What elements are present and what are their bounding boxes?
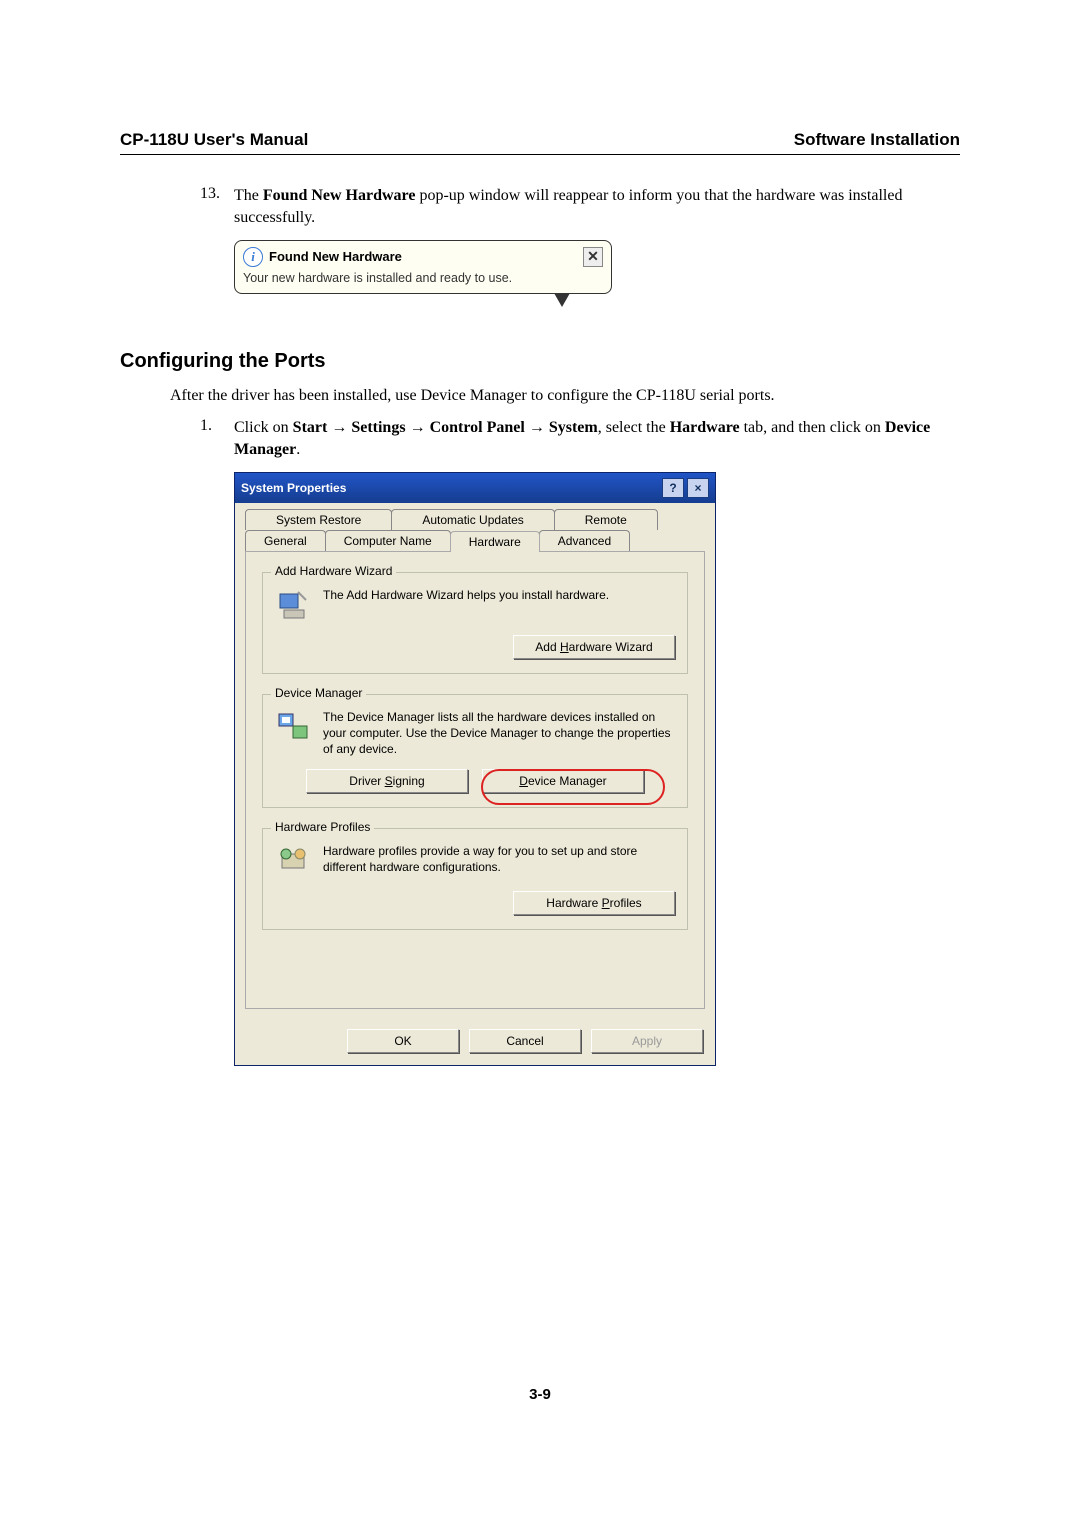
driver-signing-button[interactable]: Driver Signing xyxy=(306,769,468,793)
tab-advanced[interactable]: Advanced xyxy=(539,530,630,551)
device-manager-group: Device Manager The Device Manager lists … xyxy=(262,694,688,809)
page-number: 3-9 xyxy=(120,1386,960,1403)
info-icon: i xyxy=(243,247,263,267)
add-hardware-wizard-group: Add Hardware Wizard The Add Hardware Wiz… xyxy=(262,572,688,674)
close-button[interactable]: × xyxy=(687,478,709,498)
button-row: Hardware Profiles xyxy=(275,891,675,915)
system-properties-dialog: System Properties ? × System Restore Aut… xyxy=(234,472,716,1066)
tab-remote[interactable]: Remote xyxy=(554,509,658,530)
tab-hardware[interactable]: Hardware xyxy=(450,531,540,552)
tab-row-top: System Restore Automatic Updates Remote xyxy=(245,509,705,530)
group-legend: Add Hardware Wizard xyxy=(271,564,396,578)
header-left: CP-118U User's Manual xyxy=(120,130,308,150)
hardware-wizard-icon xyxy=(275,587,311,623)
tab-system-restore[interactable]: System Restore xyxy=(245,509,392,530)
header-right: Software Installation xyxy=(794,130,960,150)
step-1: 1. Click on Start → Settings → Control P… xyxy=(200,417,960,462)
step-13: 13. The Found New Hardware pop-up window… xyxy=(200,185,960,230)
page-header: CP-118U User's Manual Software Installat… xyxy=(120,130,960,155)
tab-general[interactable]: General xyxy=(245,530,326,551)
apply-button[interactable]: Apply xyxy=(591,1029,703,1053)
tab-automatic-updates[interactable]: Automatic Updates xyxy=(391,509,554,530)
dialog-body: System Restore Automatic Updates Remote … xyxy=(235,503,715,1019)
balloon-tail xyxy=(554,293,570,307)
tab-computer-name[interactable]: Computer Name xyxy=(325,530,451,551)
document-page: CP-118U User's Manual Software Installat… xyxy=(0,0,1080,1463)
group-text: The Device Manager lists all the hardwar… xyxy=(323,709,675,758)
balloon-body: Your new hardware is installed and ready… xyxy=(243,271,603,285)
hardware-tab-panel: Add Hardware Wizard The Add Hardware Wiz… xyxy=(245,551,705,1009)
step-text: Click on Start → Settings → Control Pane… xyxy=(234,417,960,462)
step-text: The Found New Hardware pop-up window wil… xyxy=(234,185,960,230)
intro-paragraph: After the driver has been installed, use… xyxy=(170,387,960,405)
hardware-profiles-icon xyxy=(275,843,311,879)
tab-row-bottom: General Computer Name Hardware Advanced xyxy=(245,530,705,551)
balloon-tail-inner xyxy=(555,281,569,293)
group-legend: Device Manager xyxy=(271,686,366,700)
balloon-title: Found New Hardware xyxy=(269,249,402,264)
group-text: The Add Hardware Wizard helps you instal… xyxy=(323,587,609,623)
step-number: 13. xyxy=(200,185,234,230)
dialog-titlebar[interactable]: System Properties ? × xyxy=(235,473,715,503)
hardware-profiles-group: Hardware Profiles Hardware profiles prov… xyxy=(262,828,688,930)
button-row: Add Hardware Wizard xyxy=(275,635,675,659)
hardware-profiles-button[interactable]: Hardware Profiles xyxy=(513,891,675,915)
cancel-button[interactable]: Cancel xyxy=(469,1029,581,1053)
balloon-tooltip: i Found New Hardware ✕ Your new hardware… xyxy=(234,240,960,320)
balloon-title-row: i Found New Hardware ✕ xyxy=(243,247,603,267)
device-manager-icon xyxy=(275,709,311,745)
help-button[interactable]: ? xyxy=(662,478,684,498)
add-hardware-wizard-button[interactable]: Add Hardware Wizard xyxy=(513,635,675,659)
balloon-close-button[interactable]: ✕ xyxy=(583,247,603,267)
section-heading: Configuring the Ports xyxy=(120,350,960,373)
button-row: Driver Signing Device Manager xyxy=(275,769,675,793)
group-legend: Hardware Profiles xyxy=(271,820,374,834)
group-text: Hardware profiles provide a way for you … xyxy=(323,843,675,879)
step-number: 1. xyxy=(200,417,234,462)
dialog-title: System Properties xyxy=(241,481,346,495)
ok-button[interactable]: OK xyxy=(347,1029,459,1053)
device-manager-button[interactable]: Device Manager xyxy=(482,769,644,793)
dialog-footer: OK Cancel Apply xyxy=(235,1019,715,1065)
